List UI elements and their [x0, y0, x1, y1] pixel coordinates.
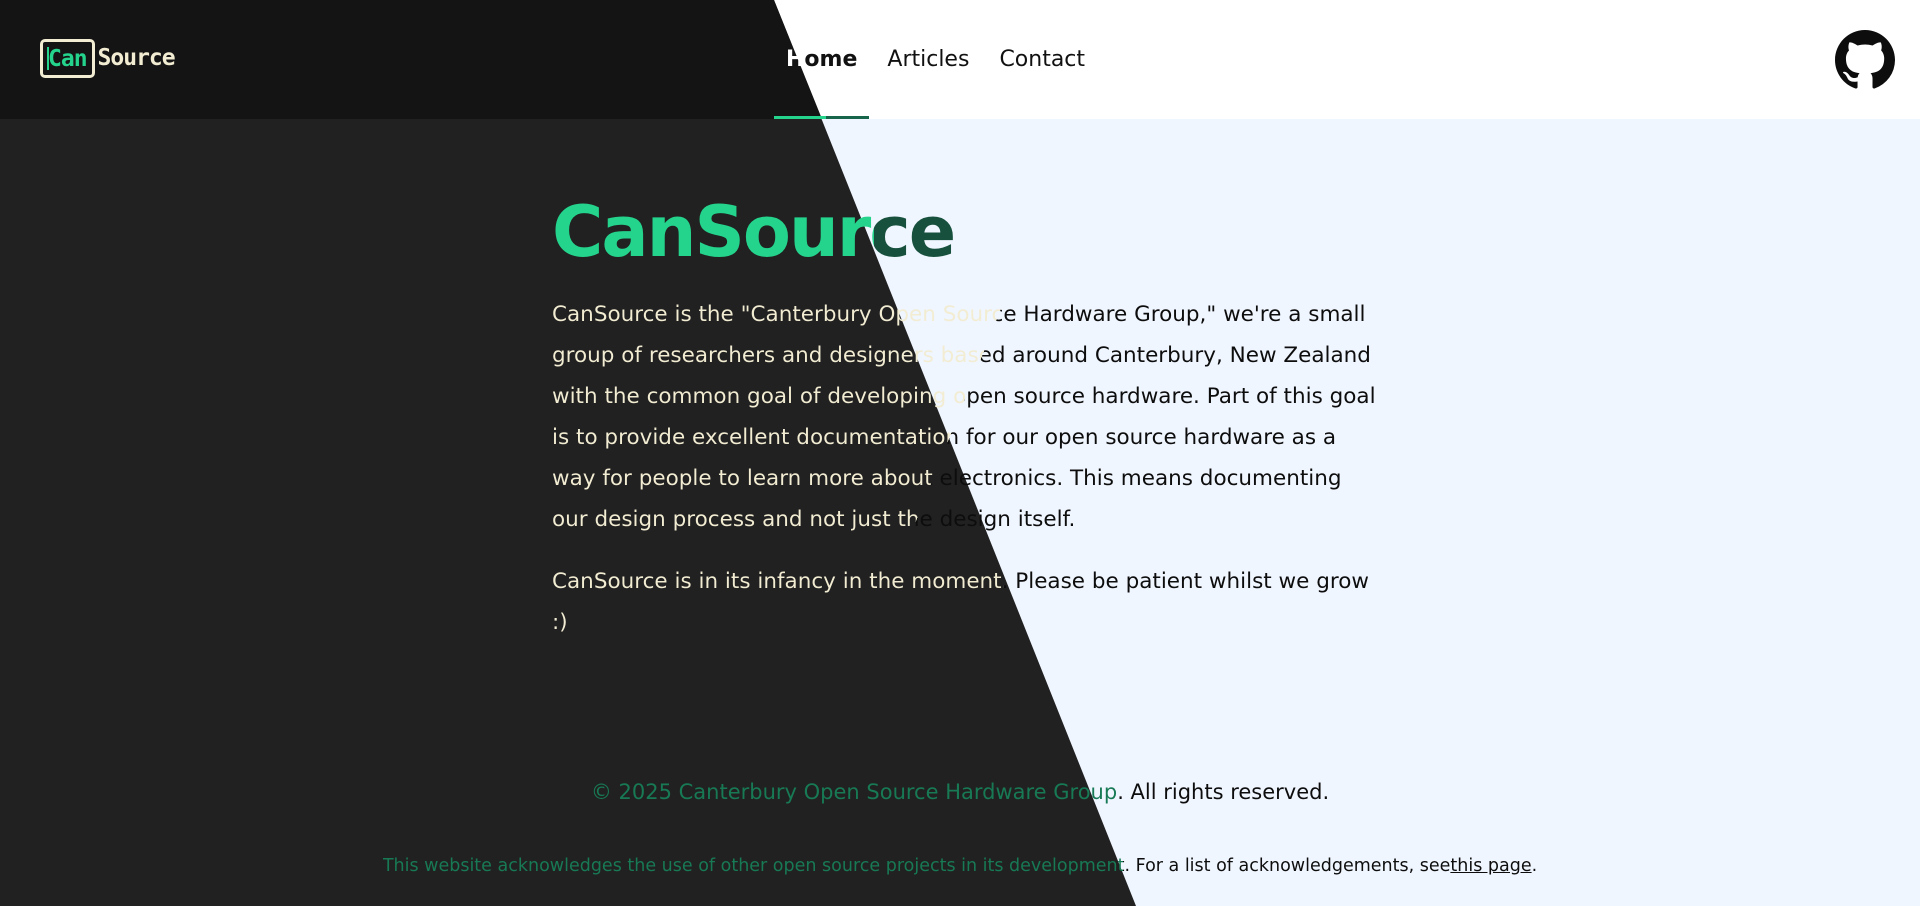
nav-home-label-first: H: [786, 47, 805, 72]
nav-home-label: Home: [786, 47, 857, 72]
logo[interactable]: Can Source: [40, 38, 176, 78]
copyright-row: © 2025 Canterbury Open Source Hardware G…: [0, 780, 1920, 804]
page-title: CanSource: [552, 191, 956, 273]
logo-box: Can: [40, 38, 95, 78]
main-nav: Home Articles Contact: [774, 0, 1115, 119]
main-content: CanSource CanSource is the "Canterbury O…: [552, 190, 1382, 664]
acknowledgements-link[interactable]: this page: [1450, 856, 1531, 876]
nav-active-underline: [774, 116, 870, 119]
acknowledgement-text: This website acknowledges the use of oth…: [382, 856, 1451, 876]
status-paragraph: CanSource is in its infancy in the momen…: [552, 561, 1382, 643]
nav-contact[interactable]: Contact: [999, 0, 1085, 119]
nav-home[interactable]: Home: [774, 0, 870, 119]
nav-home-label-rest: ome: [804, 47, 858, 72]
logo-text: Source: [97, 45, 176, 71]
acknowledgement-row: This website acknowledges the use of oth…: [0, 856, 1920, 876]
github-icon: [1835, 30, 1895, 89]
intro-paragraph: CanSource is the "Canterbury Open Source…: [552, 294, 1382, 540]
github-link[interactable]: [1835, 30, 1895, 90]
copyright-text: © 2025 Canterbury Open Source Hardware G…: [590, 780, 1330, 804]
acknowledgement-end: .: [1531, 856, 1538, 876]
nav-articles[interactable]: Articles: [887, 0, 969, 119]
